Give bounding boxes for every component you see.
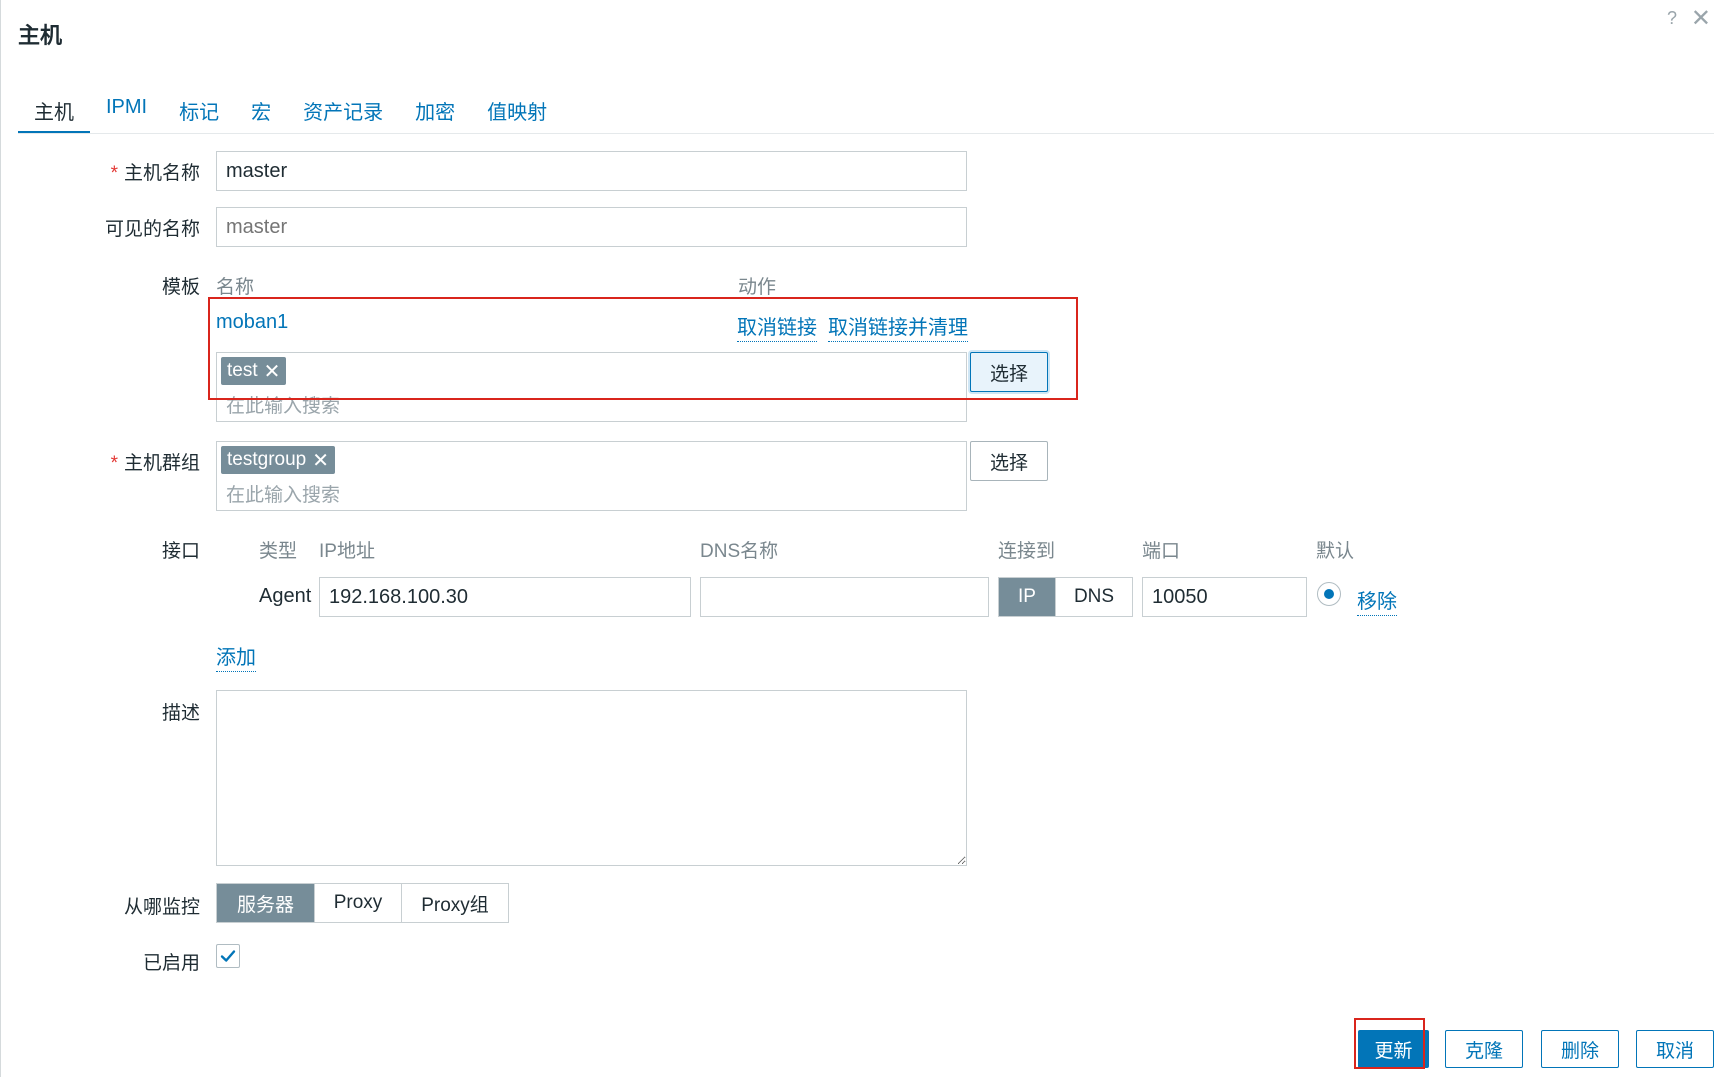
monitored-by-toggle: 服务器 Proxy Proxy组 — [216, 883, 509, 923]
tab-tags[interactable]: 标记 — [163, 90, 235, 134]
host-groups-multiselect[interactable]: testgroup ✕ 在此输入搜索 — [216, 441, 967, 511]
tab-inventory[interactable]: 资产记录 — [287, 90, 399, 134]
add-interface-link[interactable]: 添加 — [216, 641, 256, 672]
cancel-button[interactable]: 取消 — [1636, 1030, 1714, 1068]
host-name-input[interactable] — [216, 151, 967, 191]
template-chip-test: test ✕ — [221, 357, 287, 385]
host-groups-label: * 主机群组 — [10, 448, 200, 475]
interfaces-label: 接口 — [161, 541, 200, 562]
clone-button[interactable]: 克隆 — [1445, 1030, 1523, 1068]
unlink-button[interactable]: 取消链接 — [737, 311, 817, 342]
remove-x-icon[interactable]: ✕ — [264, 359, 281, 384]
remove-interface-link[interactable]: 移除 — [1357, 585, 1397, 616]
host-group-chip-testgroup: testgroup ✕ — [221, 446, 335, 474]
connect-dns-option[interactable]: DNS — [1056, 578, 1132, 616]
interface-dns-input[interactable] — [700, 577, 989, 617]
tab-value-mapping[interactable]: 值映射 — [471, 90, 563, 134]
connect-to-toggle: IP DNS — [998, 577, 1133, 617]
tab-macros[interactable]: 宏 — [235, 90, 287, 134]
tabs-divider — [18, 133, 1714, 134]
update-button[interactable]: 更新 — [1358, 1030, 1429, 1068]
monitored-by-proxy-group[interactable]: Proxy组 — [402, 884, 508, 922]
unlink-and-clear-button[interactable]: 取消链接并清理 — [828, 311, 968, 342]
dialog-title: 主机 — [18, 23, 63, 48]
host-groups-select-button[interactable]: 选择 — [970, 441, 1048, 481]
description-label: 描述 — [161, 703, 200, 724]
enabled-checkbox[interactable] — [216, 944, 240, 968]
host-name-label-text: 主机名称 — [123, 163, 200, 184]
delete-button[interactable]: 删除 — [1541, 1030, 1619, 1068]
template-link-moban1[interactable]: moban1 — [216, 311, 288, 334]
templates-col-name: 名称 — [216, 277, 255, 298]
enabled-label: 已启用 — [142, 953, 200, 974]
interfaces-col-connect: 连接到 — [998, 541, 1056, 562]
templates-col-action: 动作 — [738, 277, 777, 298]
interfaces-col-ip: IP地址 — [319, 541, 375, 562]
connect-ip-option[interactable]: IP — [999, 578, 1056, 616]
required-mark: * — [110, 453, 118, 474]
tab-host[interactable]: 主机 — [18, 90, 90, 134]
checkmark-icon — [220, 950, 236, 962]
default-interface-radio[interactable] — [1317, 582, 1341, 606]
templates-search-placeholder[interactable]: 在此输入搜索 — [226, 391, 340, 418]
interface-port-input[interactable] — [1142, 577, 1307, 617]
dialog-left-border — [0, 0, 1, 1077]
monitored-by-proxy[interactable]: Proxy — [315, 884, 402, 922]
monitored-by-label: 从哪监控 — [123, 897, 200, 918]
monitored-by-server[interactable]: 服务器 — [217, 884, 315, 922]
interfaces-col-dns: DNS名称 — [700, 541, 779, 562]
templates-multiselect[interactable]: test ✕ 在此输入搜索 — [216, 352, 967, 422]
tab-encryption[interactable]: 加密 — [399, 90, 471, 134]
interfaces-col-type: 类型 — [259, 541, 298, 562]
close-icon[interactable]: ✕ — [1691, 4, 1711, 33]
chip-label: test — [227, 360, 258, 381]
help-icon[interactable]: ? — [1667, 8, 1677, 29]
host-name-label: * 主机名称 — [10, 158, 200, 185]
interfaces-col-port: 端口 — [1142, 541, 1181, 562]
required-mark: * — [110, 163, 118, 184]
interface-ip-input[interactable] — [319, 577, 691, 617]
templates-label: 模板 — [161, 277, 200, 298]
interfaces-col-default: 默认 — [1316, 541, 1355, 562]
tab-ipmi[interactable]: IPMI — [90, 90, 163, 134]
description-textarea[interactable] — [216, 690, 967, 866]
interface-type: Agent — [259, 585, 312, 607]
visible-name-input[interactable] — [216, 207, 967, 247]
host-groups-search-placeholder[interactable]: 在此输入搜索 — [226, 480, 340, 507]
templates-select-button[interactable]: 选择 — [970, 352, 1048, 392]
tab-bar: 主机 IPMI 标记 宏 资产记录 加密 值映射 — [18, 90, 563, 134]
host-groups-label-text: 主机群组 — [123, 453, 200, 474]
remove-x-icon[interactable]: ✕ — [312, 448, 329, 473]
chip-label: testgroup — [227, 449, 307, 470]
visible-name-label: 可见的名称 — [104, 219, 200, 240]
